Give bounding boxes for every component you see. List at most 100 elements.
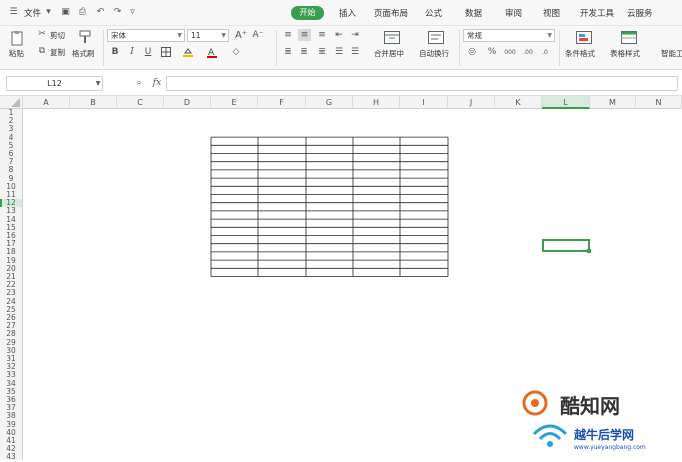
font-color-icon[interactable]: A bbox=[206, 46, 218, 58]
watermark-url: www.yueyangbang.com bbox=[574, 444, 646, 451]
align-middle-icon[interactable]: ≡ bbox=[298, 29, 311, 41]
chevron-down-icon[interactable]: ▼ bbox=[95, 79, 101, 87]
align-bottom-icon[interactable]: ≡ bbox=[316, 29, 328, 41]
chevron-down-icon: ▼ bbox=[221, 32, 226, 39]
save-icon[interactable]: ▣ bbox=[60, 6, 71, 17]
tab-formulas[interactable]: 公式 bbox=[425, 7, 442, 19]
number-format-select[interactable]: 常规 ▼ bbox=[463, 29, 555, 42]
copy-icon[interactable]: ⧉ bbox=[37, 46, 47, 56]
column-header-j[interactable]: J bbox=[448, 96, 495, 109]
tab-page-layout[interactable]: 页面布局 bbox=[374, 7, 408, 19]
tab-review[interactable]: 审阅 bbox=[505, 7, 522, 19]
merge-center-button[interactable]: 合并居中 bbox=[374, 48, 404, 59]
formula-bar: L12 ▼ ⌕ fx bbox=[0, 70, 682, 96]
watermark-kuzhi: 酷知网 bbox=[520, 388, 680, 418]
watermark-wifi-icon bbox=[532, 424, 568, 447]
column-header-i[interactable]: I bbox=[400, 96, 448, 109]
tab-insert[interactable]: 插入 bbox=[339, 7, 356, 19]
decrease-font-icon[interactable]: A⁻ bbox=[252, 29, 264, 41]
column-header-m[interactable]: M bbox=[590, 96, 636, 109]
column-header-n[interactable]: N bbox=[636, 96, 682, 109]
align-center-icon[interactable]: ≣ bbox=[298, 46, 310, 58]
increase-decimal-icon[interactable]: .00 bbox=[521, 46, 535, 58]
divider bbox=[103, 30, 104, 66]
print-icon[interactable]: ⎙ bbox=[77, 6, 88, 17]
function-button[interactable]: fx bbox=[150, 77, 164, 89]
row-header-43[interactable]: 43 bbox=[0, 453, 22, 461]
tab-view[interactable]: 视图 bbox=[543, 7, 560, 19]
increase-font-icon[interactable]: A⁺ bbox=[235, 29, 247, 41]
tab-cloud[interactable]: 云服务 bbox=[627, 7, 653, 19]
paste-button[interactable]: 粘贴 bbox=[9, 48, 24, 59]
watermark-yueniu: 越牛后学网 www.yueyangbang.com bbox=[530, 420, 680, 460]
watermark-logo-icon bbox=[522, 390, 548, 416]
cut-button[interactable]: 剪切 bbox=[50, 30, 65, 41]
currency-icon[interactable]: ◎ bbox=[465, 46, 479, 58]
paste-icon[interactable] bbox=[8, 29, 26, 47]
menu-bar: ☰ 文件 ▾ ▣ ⎙ ↶ ↷ ▿ 开始 插入 页面布局 公式 数据 审阅 视图 … bbox=[0, 0, 682, 26]
column-header-f[interactable]: F bbox=[258, 96, 306, 109]
copy-button[interactable]: 复制 bbox=[50, 47, 65, 58]
align-right-icon[interactable]: ≣ bbox=[316, 46, 328, 58]
fill-color-icon[interactable] bbox=[182, 46, 194, 58]
bold-button[interactable]: B bbox=[109, 46, 121, 58]
decrease-decimal-icon[interactable]: .0 bbox=[538, 46, 552, 58]
row-header: 1 2 3 4 5 6 7 8 9 10 11 12 13 14 15 16 17 18 19 20 21 22 23 24 2… bbox=[0, 108, 23, 461]
format-painter-button[interactable]: 格式刷 bbox=[72, 48, 95, 59]
clear-format-icon[interactable]: ◇ bbox=[230, 46, 242, 58]
chevron-down-icon: ▼ bbox=[547, 32, 552, 39]
smart-tools-button[interactable]: 智能工 bbox=[661, 48, 682, 59]
formula-input[interactable] bbox=[166, 76, 678, 91]
align-top-icon[interactable]: ≡ bbox=[282, 29, 294, 41]
column-header-c[interactable]: C bbox=[117, 96, 164, 109]
undo-icon[interactable]: ↶ bbox=[95, 6, 106, 17]
divider bbox=[276, 30, 277, 66]
distribute-icon[interactable]: ☰ bbox=[349, 46, 361, 58]
font-name-value: 宋体 bbox=[111, 31, 126, 40]
redo-icon[interactable]: ↷ bbox=[112, 6, 123, 17]
column-header-b[interactable]: B bbox=[70, 96, 117, 109]
column-header-h[interactable]: H bbox=[353, 96, 400, 109]
thousands-separator-icon[interactable]: 000 bbox=[503, 46, 517, 58]
customize-toolbar-icon[interactable]: ▿ bbox=[127, 6, 138, 17]
percent-icon[interactable]: % bbox=[486, 46, 498, 58]
align-left-icon[interactable]: ≣ bbox=[282, 46, 294, 58]
underline-button[interactable]: U bbox=[142, 46, 154, 58]
wrap-text-button[interactable]: 自动换行 bbox=[419, 48, 449, 59]
conditional-format-icon[interactable] bbox=[575, 29, 593, 45]
font-size-select[interactable]: 11 ▼ bbox=[187, 29, 229, 42]
tab-data[interactable]: 数据 bbox=[465, 7, 482, 19]
watermark-text-1: 酷知网 bbox=[560, 394, 620, 418]
tab-developer[interactable]: 开发工具 bbox=[580, 7, 614, 19]
column-header-k[interactable]: K bbox=[495, 96, 542, 109]
watermark-text-2: 越牛后学网 bbox=[574, 428, 635, 442]
column-header-e[interactable]: E bbox=[211, 96, 258, 109]
chevron-down-icon[interactable]: ▾ bbox=[43, 6, 54, 17]
chevron-down-icon: ▼ bbox=[177, 32, 182, 39]
justify-icon[interactable]: ☰ bbox=[333, 46, 345, 58]
divider bbox=[559, 30, 560, 66]
italic-button[interactable]: I bbox=[126, 46, 138, 58]
wrap-text-icon[interactable] bbox=[427, 29, 445, 45]
indent-increase-icon[interactable]: ⇥ bbox=[349, 29, 361, 41]
border-icon[interactable] bbox=[160, 46, 172, 58]
font-name-select[interactable]: 宋体 ▼ bbox=[107, 29, 185, 42]
indent-decrease-icon[interactable]: ⇤ bbox=[333, 29, 345, 41]
zoom-icon[interactable]: ⌕ bbox=[133, 77, 145, 89]
column-header-d[interactable]: D bbox=[164, 96, 211, 109]
active-cell-selection[interactable] bbox=[542, 239, 591, 253]
column-header-a[interactable]: A bbox=[23, 96, 70, 109]
merge-center-icon[interactable] bbox=[383, 29, 401, 45]
conditional-format-button[interactable]: 条件格式 bbox=[565, 48, 595, 59]
format-painter-icon[interactable] bbox=[77, 29, 93, 45]
file-menu[interactable]: 文件 bbox=[24, 7, 41, 19]
hamburger-menu-icon[interactable]: ☰ bbox=[8, 6, 19, 17]
column-header-l[interactable]: L bbox=[542, 96, 590, 109]
table-style-icon[interactable] bbox=[620, 29, 638, 45]
table-style-button[interactable]: 表格样式 bbox=[610, 48, 640, 59]
tab-start[interactable]: 开始 bbox=[291, 6, 324, 20]
scissors-icon[interactable]: ✂ bbox=[37, 29, 47, 39]
name-box[interactable]: L12 bbox=[6, 76, 103, 91]
column-header: ABCDEFGHIJKLMN bbox=[0, 96, 682, 109]
column-header-g[interactable]: G bbox=[306, 96, 353, 109]
